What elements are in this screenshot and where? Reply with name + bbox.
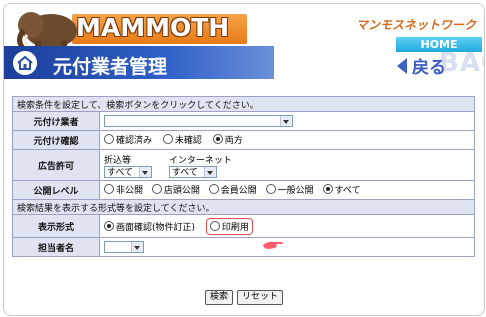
back-arrow-icon[interactable]	[397, 58, 407, 74]
window-frame: MAMMOTH マンモスネットワーク HOME 元付業者管理 BACK 戻る 検…	[3, 3, 485, 316]
header: MAMMOTH マンモスネットワーク HOME 元付業者管理 BACK 戻る	[4, 4, 484, 84]
display-label: 表示形式	[12, 214, 100, 238]
confirm-option-confirmed[interactable]: 確認済み	[104, 133, 152, 146]
radio-icon[interactable]	[162, 134, 173, 145]
public-option-store[interactable]: 店頭公開	[151, 183, 200, 196]
radio-selected-icon[interactable]	[104, 221, 114, 231]
search-button[interactable]: 検索	[204, 290, 233, 305]
radio-selected-icon[interactable]	[322, 184, 333, 195]
display-option-print[interactable]: 印刷用	[209, 220, 249, 233]
ad-orikomi-select[interactable]: すべて	[104, 165, 152, 178]
chevron-down-icon	[280, 116, 292, 126]
radio-icon[interactable]	[104, 134, 114, 145]
house-icon	[13, 51, 37, 75]
pointing-hand-icon	[263, 241, 283, 249]
public-option-all[interactable]: すべて	[322, 183, 361, 196]
button-row: 検索 リセット	[4, 290, 484, 305]
public-option-general[interactable]: 一般公開	[265, 183, 314, 196]
logo-text: MAMMOTH	[76, 13, 230, 42]
confirm-option-unconfirmed[interactable]: 未確認	[162, 133, 202, 146]
public-option-member[interactable]: 会員公開	[208, 183, 257, 196]
motozuke-select[interactable]	[104, 115, 293, 127]
page-title: 元付業者管理	[53, 56, 168, 78]
display-option-print-highlight: 印刷用	[205, 217, 253, 235]
staff-select[interactable]	[104, 241, 144, 253]
chevron-down-icon	[131, 242, 143, 252]
brand-name: マンモスネットワーク	[355, 18, 476, 32]
radio-icon[interactable]	[265, 184, 276, 195]
public-option-private[interactable]: 非公開	[104, 183, 143, 196]
confirm-option-both[interactable]: 両方	[212, 133, 243, 146]
ad-sub1-caption: 折込等	[104, 155, 132, 166]
ad-internet-select[interactable]: すべて	[168, 165, 217, 178]
ad-sub-orikomi: 折込等 すべて	[104, 153, 152, 178]
staff-label: 担当者名	[12, 237, 100, 257]
radio-icon[interactable]	[209, 221, 220, 231]
ad-label: 広告許可	[12, 149, 100, 181]
radio-icon[interactable]	[104, 184, 114, 195]
ad-sub-internet: インターネット すべて	[168, 153, 232, 178]
reset-button[interactable]: リセット	[237, 290, 284, 305]
radio-selected-icon[interactable]	[212, 134, 223, 145]
section-display-header: 検索結果を表示する形式等を設定してください。	[12, 199, 475, 215]
ad-sub2-caption: インターネット	[168, 155, 232, 166]
back-link[interactable]: 戻る	[412, 53, 446, 78]
radio-icon[interactable]	[151, 184, 162, 195]
public-label: 公開レベル	[12, 180, 100, 200]
chevron-down-icon	[203, 166, 216, 177]
chevron-down-icon	[139, 166, 151, 177]
motozuke-label: 元付け業者	[12, 111, 100, 131]
radio-icon[interactable]	[208, 184, 219, 195]
confirm-label: 元付け確認	[12, 130, 100, 150]
section-search-header: 検索条件を設定して、検索ボタンをクリックしてください。	[12, 96, 475, 112]
display-option-screen[interactable]: 画面確認(物件訂正)	[104, 220, 195, 233]
search-form: 検索条件を設定して、検索ボタンをクリックしてください。 元付け業者 元付け確認 …	[12, 96, 475, 257]
